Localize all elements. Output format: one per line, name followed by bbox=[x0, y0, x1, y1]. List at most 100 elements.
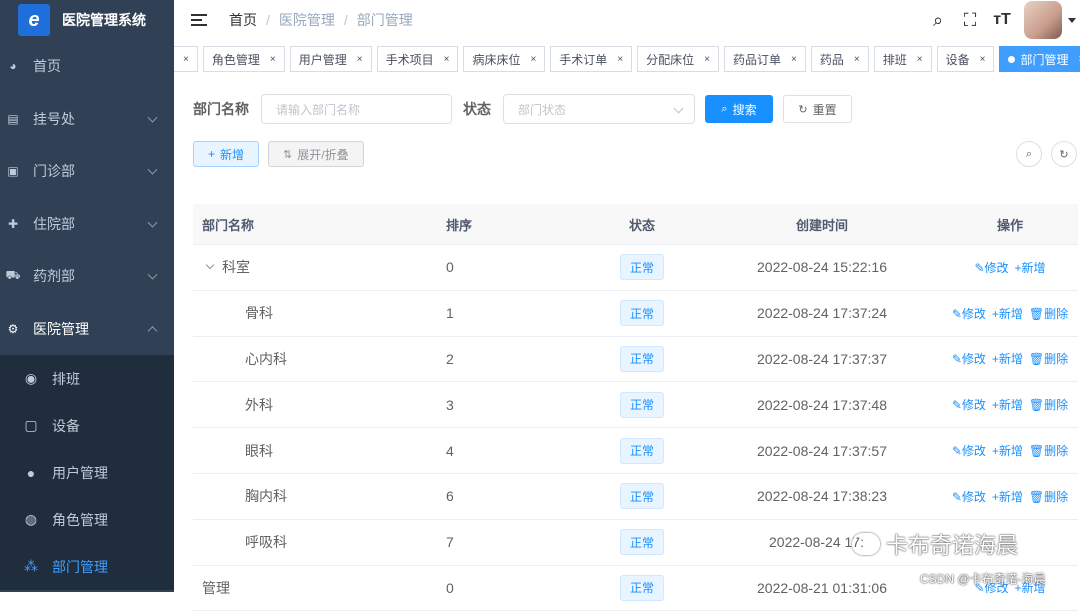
navbar-right: ⌕ ⛶ ᴛT bbox=[916, 0, 1080, 40]
sidebar-item-departments[interactable]: ⁂ 部门管理 bbox=[0, 543, 174, 590]
sidebar-item-clinic[interactable]: ▣ 门诊部 bbox=[0, 145, 174, 198]
edit-link[interactable]: ✎修改 bbox=[974, 259, 1008, 276]
sidebar-item-schedule[interactable]: ◉ 排班 bbox=[0, 355, 174, 402]
sidebar-item-users[interactable]: ● 用户管理 bbox=[0, 449, 174, 496]
logo[interactable]: e 医院管理系统 bbox=[0, 0, 174, 40]
refresh-button[interactable]: ↻ bbox=[1051, 141, 1077, 167]
close-icon[interactable]: × bbox=[270, 54, 276, 65]
status-label: 状态 bbox=[463, 101, 491, 117]
edit-link[interactable]: ✎修改 bbox=[952, 488, 986, 505]
fullscreen-icon[interactable]: ⛶ bbox=[960, 10, 980, 30]
gear-icon: ⚙ bbox=[7, 321, 19, 336]
caret-down-icon[interactable] bbox=[1068, 17, 1076, 23]
close-icon[interactable]: × bbox=[854, 54, 860, 65]
edit-link[interactable]: ✎修改 bbox=[952, 396, 986, 413]
expand-collapse-button[interactable]: ⇅ 展开/折叠 bbox=[268, 141, 364, 167]
close-icon[interactable]: × bbox=[530, 54, 536, 65]
tag-item[interactable]: 设备 × bbox=[936, 46, 995, 72]
tags-view: 号× 角色管理× 用户管理× 手术项目× 病床床位× 手术订单× 分配床位× 药… bbox=[174, 46, 1080, 74]
close-icon[interactable]: × bbox=[444, 54, 450, 65]
sort-icon: ⇅ bbox=[283, 148, 293, 161]
search-form: 部门名称 请输入部门名称 状态 部门状态 ⌕ 搜索 ↻ 重置 bbox=[193, 94, 852, 124]
search-button[interactable]: ⌕ 搜索 bbox=[705, 95, 773, 123]
add-link[interactable]: +新增 bbox=[1015, 259, 1046, 276]
navbar: 首页 / 医院管理 / 部门管理 ⌕ ⛶ ᴛT bbox=[174, 0, 1080, 40]
breadcrumb-separator: / bbox=[343, 12, 348, 28]
delete-link[interactable]: 🗑删除 bbox=[1029, 305, 1068, 322]
status-badge: 正常 bbox=[619, 574, 664, 601]
status-select[interactable]: 部门状态 bbox=[503, 94, 695, 124]
column-header: 部门名称 bbox=[202, 217, 255, 233]
reset-button[interactable]: ↻ 重置 bbox=[783, 95, 852, 123]
user-icon: ● bbox=[26, 464, 36, 481]
add-link[interactable]: +新增 bbox=[992, 488, 1023, 505]
trash-icon: 🗑 bbox=[1028, 352, 1045, 367]
tag-item[interactable]: 手术项目 × bbox=[376, 46, 459, 72]
edit-link[interactable]: ✎修改 bbox=[952, 442, 986, 459]
watermark-csdn: CSDN @卡布奇诺-海晨 bbox=[920, 572, 1046, 586]
breadcrumb-hospital-admin[interactable]: 医院管理 bbox=[279, 10, 335, 30]
add-link[interactable]: +新增 bbox=[992, 442, 1023, 459]
edit-link[interactable]: ✎修改 bbox=[952, 305, 986, 322]
plus-icon: + bbox=[991, 398, 999, 413]
avatar[interactable] bbox=[1024, 1, 1062, 39]
breadcrumb-home[interactable]: 首页 bbox=[229, 10, 257, 30]
sidebar-item-register[interactable]: ▤ 挂号处 bbox=[0, 93, 174, 146]
dept-name-input[interactable]: 请输入部门名称 bbox=[261, 94, 452, 124]
delete-link[interactable]: 🗑删除 bbox=[1029, 488, 1068, 505]
close-icon[interactable]: × bbox=[617, 54, 623, 65]
sidebar-item-device[interactable]: ▢ 设备 bbox=[0, 402, 174, 449]
tag-item[interactable]: 病床床位 × bbox=[463, 46, 546, 72]
clinic-icon: ▣ bbox=[7, 164, 19, 179]
add-button[interactable]: + 新增 bbox=[193, 141, 260, 167]
close-icon[interactable]: × bbox=[917, 54, 923, 65]
tag-item[interactable]: 排班 × bbox=[873, 46, 932, 72]
table-row: 心内科 2 正常 2022-08-24 17:37:37 ✎修改 +新增 🗑删除 bbox=[193, 337, 1078, 383]
tag-item[interactable]: 药品 × bbox=[810, 46, 869, 72]
sidebar-item-home[interactable]: ◕ 首页 bbox=[0, 40, 174, 93]
delete-link[interactable]: 🗑删除 bbox=[1029, 442, 1068, 459]
column-header: 创建时间 bbox=[795, 217, 848, 233]
sidebar-item-inpatient[interactable]: ✚ 住院部 bbox=[0, 198, 174, 251]
table-row: 骨科 1 正常 2022-08-24 17:37:24 ✎修改 +新增 🗑删除 bbox=[193, 291, 1078, 337]
chevron-down-icon bbox=[147, 164, 158, 175]
hospital-icon: ✚ bbox=[7, 216, 19, 231]
close-icon[interactable]: × bbox=[980, 54, 986, 65]
status-badge: 正常 bbox=[619, 345, 664, 372]
close-icon[interactable]: × bbox=[791, 54, 797, 65]
tag-item-active[interactable]: 部门管理× bbox=[999, 46, 1080, 72]
sidebar-item-roles[interactable]: ◍ 角色管理 bbox=[0, 496, 174, 543]
plus-icon: + bbox=[208, 147, 216, 161]
edit-link[interactable]: ✎修改 bbox=[952, 350, 986, 367]
tag-item[interactable]: 角色管理 × bbox=[202, 46, 285, 72]
font-size-icon[interactable]: ᴛT bbox=[992, 10, 1012, 30]
toolbar: + 新增 ⇅ 展开/折叠 bbox=[193, 141, 364, 167]
tag-item[interactable]: 分配床位 × bbox=[637, 46, 720, 72]
tag-item[interactable]: 用户管理 × bbox=[289, 46, 372, 72]
hamburger-icon[interactable] bbox=[191, 11, 207, 29]
tag-item[interactable]: 药品订单 × bbox=[724, 46, 806, 72]
search-icon[interactable]: ⌕ bbox=[928, 10, 948, 30]
add-link[interactable]: +新增 bbox=[992, 305, 1023, 322]
toggle-search-button[interactable]: ⌕ bbox=[1016, 141, 1042, 167]
close-icon[interactable]: × bbox=[357, 54, 363, 65]
tag-item[interactable]: 手术订单 × bbox=[550, 46, 633, 72]
sidebar-item-hospital-admin[interactable]: ⚙ 医院管理 bbox=[0, 303, 174, 356]
add-link[interactable]: +新增 bbox=[992, 396, 1023, 413]
delete-link[interactable]: 🗑删除 bbox=[1029, 396, 1068, 413]
delete-link[interactable]: 🗑删除 bbox=[1029, 350, 1068, 367]
tag-item[interactable]: 号× bbox=[174, 46, 198, 72]
plus-icon: + bbox=[991, 352, 999, 367]
register-icon: ▤ bbox=[7, 111, 19, 126]
chevron-down-icon bbox=[673, 103, 684, 114]
sidebar-item-pharmacy[interactable]: ⛟ 药剂部 bbox=[0, 250, 174, 303]
edit-icon: ✎ bbox=[951, 398, 962, 413]
trash-icon: 🗑 bbox=[1028, 444, 1045, 459]
close-icon[interactable]: × bbox=[704, 54, 710, 65]
search-icon: ⌕ bbox=[1025, 147, 1033, 160]
add-link[interactable]: +新增 bbox=[992, 350, 1023, 367]
trash-icon: 🗑 bbox=[1028, 489, 1045, 504]
close-icon[interactable]: × bbox=[183, 54, 189, 65]
expand-caret-icon[interactable] bbox=[205, 261, 215, 270]
status-badge: 正常 bbox=[619, 254, 664, 281]
